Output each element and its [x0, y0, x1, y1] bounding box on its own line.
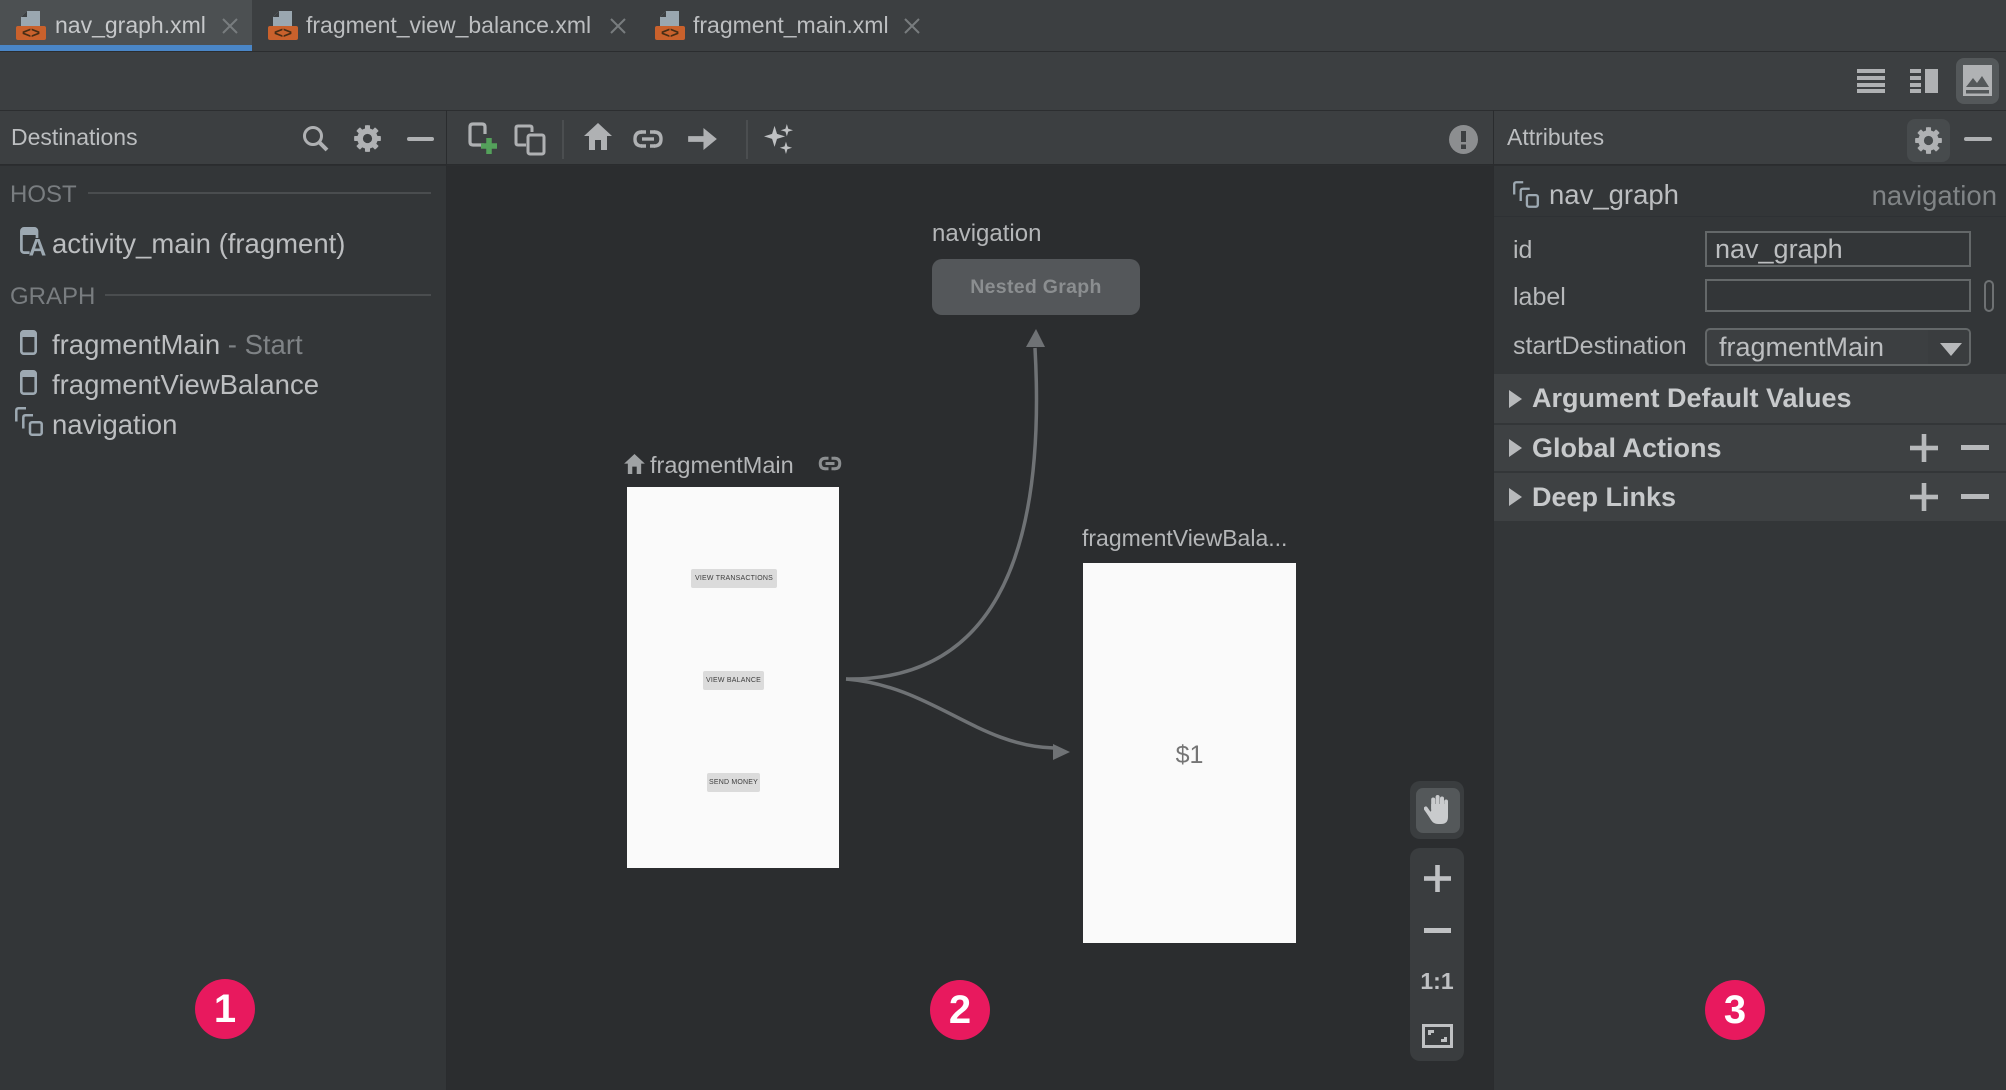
- svg-text:<>: <>: [22, 25, 40, 41]
- svg-text:A: A: [29, 235, 47, 257]
- svg-text:<>: <>: [661, 25, 679, 41]
- svg-text:<>: <>: [274, 25, 292, 41]
